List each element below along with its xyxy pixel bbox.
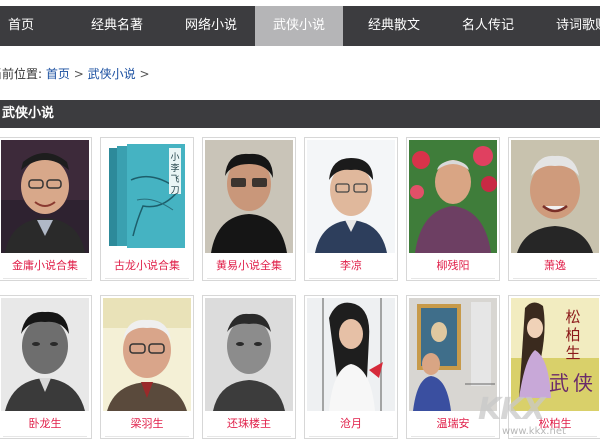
portrait-image[interactable] bbox=[1, 140, 89, 253]
card-liang-yusheng[interactable]: 梁羽生 bbox=[100, 295, 194, 439]
caption-divider bbox=[3, 436, 87, 437]
svg-text:小: 小 bbox=[170, 152, 179, 163]
card-jin-yong[interactable]: 金庸小说合集 bbox=[0, 137, 92, 281]
caption-divider bbox=[105, 436, 189, 437]
svg-text:柏: 柏 bbox=[565, 326, 580, 344]
nav-item-home[interactable]: 首页 bbox=[8, 6, 34, 46]
card-caption[interactable]: 黄易小说全集 bbox=[203, 257, 295, 275]
nav-item-web-novels[interactable]: 网络小说 bbox=[185, 6, 237, 46]
nav-item-essays[interactable]: 经典散文 bbox=[368, 6, 420, 46]
watermark-logo: KKX bbox=[478, 392, 546, 427]
card-huanzhu-louzhu[interactable]: 还珠楼主 bbox=[202, 295, 296, 439]
nav-item-classics[interactable]: 经典名著 bbox=[91, 6, 143, 46]
portrait-image[interactable] bbox=[307, 140, 395, 253]
card-caption[interactable]: 金庸小说合集 bbox=[0, 257, 91, 275]
svg-text:刀: 刀 bbox=[170, 186, 179, 196]
section-title: 武侠小说 bbox=[2, 106, 55, 121]
card-wo-longsheng[interactable]: 卧龙生 bbox=[0, 295, 92, 439]
breadcrumb: 当前位置: 首页 > 武侠小说 > bbox=[0, 64, 150, 84]
card-caption[interactable]: 古龙小说合集 bbox=[101, 257, 193, 275]
card-cang-yue[interactable]: 沧月 bbox=[304, 295, 398, 439]
portrait-image[interactable] bbox=[205, 298, 293, 411]
card-caption[interactable]: 还珠楼主 bbox=[203, 415, 295, 433]
main-nav: 首页 经典名著 网络小说 武侠小说 经典散文 名人传记 诗词歌赋 bbox=[0, 6, 600, 46]
svg-text:松: 松 bbox=[565, 308, 580, 326]
nav-item-poetry[interactable]: 诗词歌赋 bbox=[556, 6, 600, 46]
breadcrumb-separator: > bbox=[139, 67, 150, 81]
card-xiao-yi[interactable]: 萧逸 bbox=[508, 137, 600, 281]
portrait-image[interactable] bbox=[103, 298, 191, 411]
caption-divider bbox=[309, 436, 393, 437]
card-caption[interactable]: 柳残阳 bbox=[407, 257, 499, 275]
card-caption[interactable]: 萧逸 bbox=[509, 257, 600, 275]
portrait-image[interactable] bbox=[1, 298, 89, 411]
caption-divider bbox=[513, 278, 597, 279]
caption-divider bbox=[411, 278, 495, 279]
caption-divider bbox=[105, 278, 189, 279]
card-caption[interactable]: 卧龙生 bbox=[0, 415, 91, 433]
breadcrumb-separator: > bbox=[73, 67, 84, 81]
svg-text:李: 李 bbox=[170, 162, 179, 174]
card-gu-long[interactable]: 小 李 飞 刀 古龙小说合集 bbox=[100, 137, 194, 281]
caption-divider bbox=[3, 278, 87, 279]
portrait-image[interactable] bbox=[205, 140, 293, 253]
watermark-url: www.kkx.net bbox=[502, 426, 566, 437]
portrait-image[interactable] bbox=[409, 140, 497, 253]
site-watermark: KKX www.kkx.net bbox=[478, 392, 598, 444]
card-li-liang[interactable]: 李凉 bbox=[304, 137, 398, 281]
section-header: 武侠小说 bbox=[0, 100, 600, 128]
caption-divider bbox=[309, 278, 393, 279]
card-liu-canyang[interactable]: 柳残阳 bbox=[406, 137, 500, 281]
card-caption[interactable]: 沧月 bbox=[305, 415, 397, 433]
portrait-image[interactable] bbox=[307, 298, 395, 411]
card-caption[interactable]: 李凉 bbox=[305, 257, 397, 275]
caption-divider bbox=[207, 436, 291, 437]
caption-divider bbox=[207, 278, 291, 279]
breadcrumb-prefix: 当前位置: bbox=[0, 67, 43, 81]
card-huang-yi[interactable]: 黄易小说全集 bbox=[202, 137, 296, 281]
card-caption[interactable]: 梁羽生 bbox=[101, 415, 193, 433]
breadcrumb-home-link[interactable]: 首页 bbox=[46, 67, 70, 81]
breadcrumb-current-link[interactable]: 武侠小说 bbox=[88, 67, 136, 81]
nav-item-wuxia[interactable]: 武侠小说 bbox=[255, 6, 343, 46]
portrait-image[interactable] bbox=[511, 140, 599, 253]
nav-item-biographies[interactable]: 名人传记 bbox=[462, 6, 514, 46]
svg-text:飞: 飞 bbox=[170, 174, 179, 185]
svg-text:生: 生 bbox=[565, 344, 580, 362]
book-cover-image[interactable]: 小 李 飞 刀 bbox=[103, 140, 191, 253]
